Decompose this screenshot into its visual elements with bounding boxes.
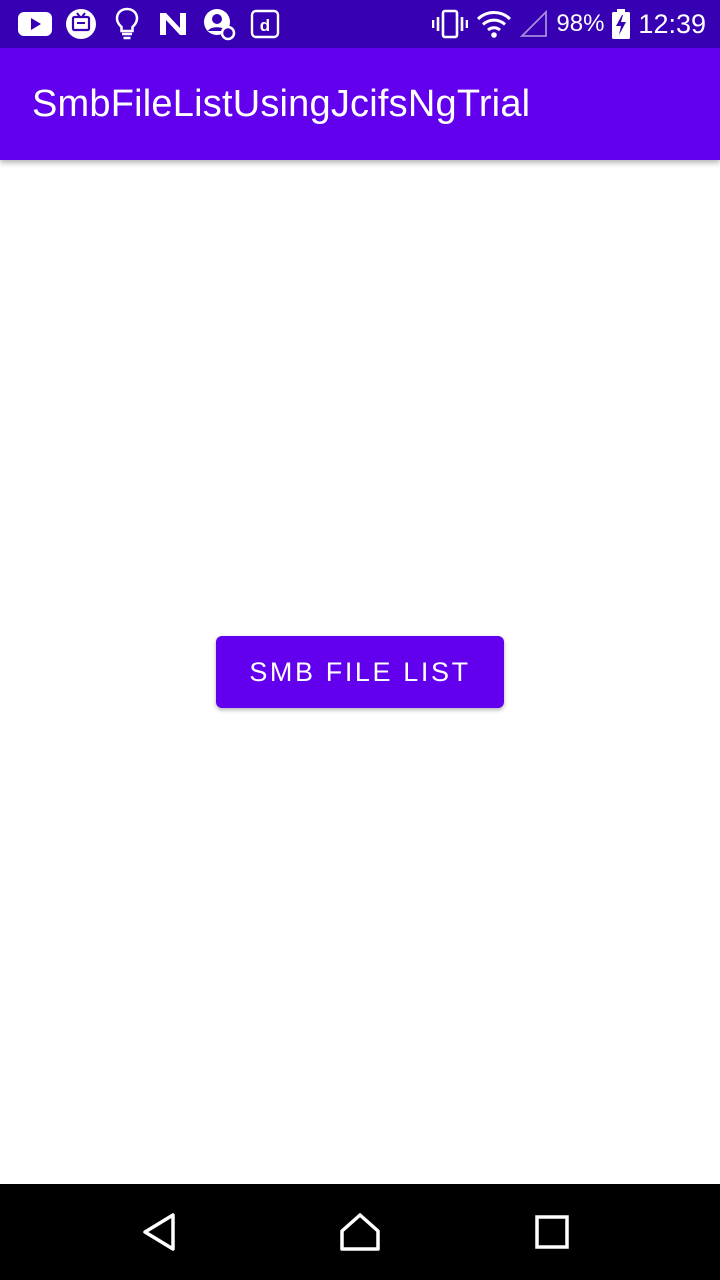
wifi-icon: [476, 9, 512, 39]
notification-icons: d: [18, 0, 294, 48]
lightbulb-icon: [110, 7, 144, 41]
account-settings-icon: [202, 7, 236, 41]
page-title: SmbFileListUsingJcifsNgTrial: [32, 83, 531, 125]
tv-app-icon: [64, 7, 98, 41]
recents-button[interactable]: [504, 1184, 600, 1280]
back-icon: [143, 1213, 175, 1251]
app-screen: d 98% 12:39 SmbFileListUsingJcifsNgTrial…: [0, 0, 720, 1280]
n-app-icon: [156, 7, 190, 41]
home-button[interactable]: [312, 1184, 408, 1280]
d-app-icon: d: [248, 7, 282, 41]
home-icon: [340, 1213, 380, 1251]
app-bar: SmbFileListUsingJcifsNgTrial: [0, 48, 720, 160]
battery-percent: 98%: [556, 10, 605, 37]
navigation-bar: [0, 1184, 720, 1280]
svg-text:d: d: [260, 16, 270, 35]
battery-charging-icon: [612, 9, 631, 39]
status-bar: d 98% 12:39: [0, 0, 720, 48]
youtube-icon: [18, 7, 52, 41]
vibrate-icon: [432, 9, 469, 39]
smb-file-list-button[interactable]: SMB FILE LIST: [216, 636, 504, 708]
cell-signal-icon: [520, 10, 548, 38]
main-content: SMB FILE LIST: [0, 160, 720, 1184]
clock: 12:39: [638, 8, 706, 39]
recents-icon: [535, 1215, 569, 1249]
system-indicators: 98% 12:39: [424, 0, 706, 48]
back-button[interactable]: [112, 1184, 208, 1280]
